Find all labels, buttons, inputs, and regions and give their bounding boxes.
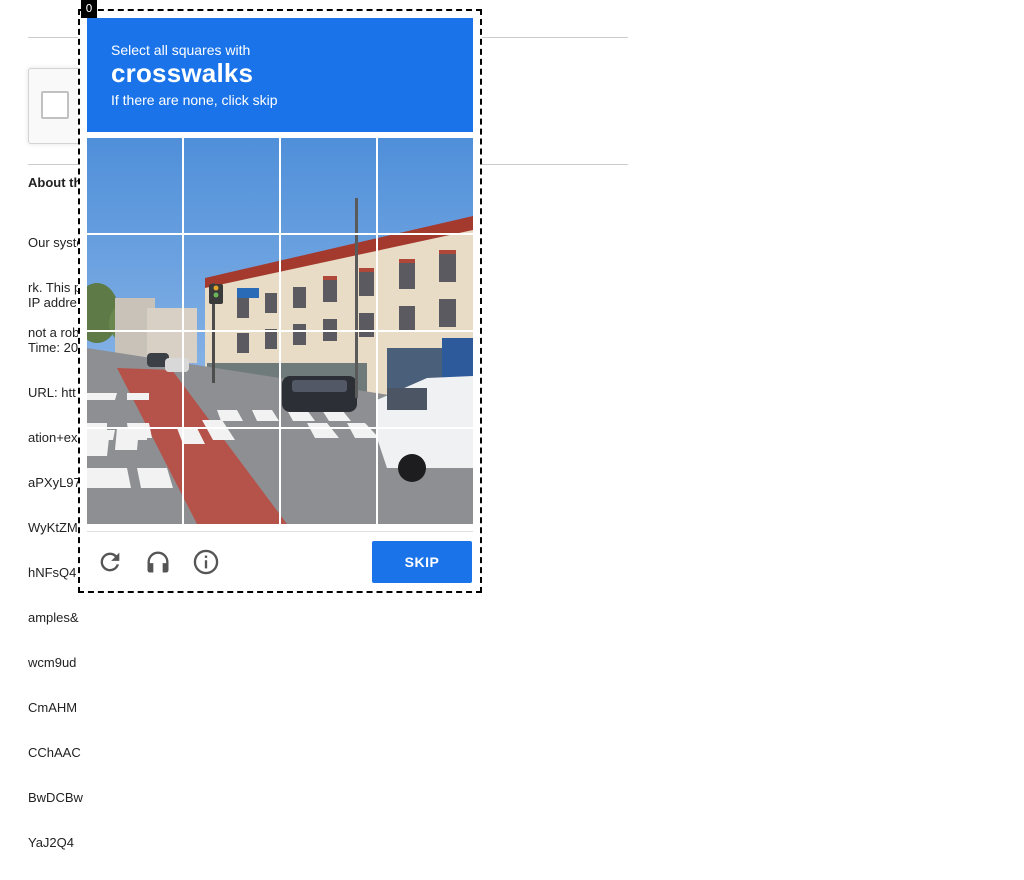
info-line: CChAAC bbox=[28, 745, 81, 760]
skip-button[interactable]: SKIP bbox=[372, 541, 472, 583]
tile-layer bbox=[87, 138, 473, 524]
grid-tile-r4c4[interactable] bbox=[378, 429, 473, 524]
grid-tile-r1c1[interactable] bbox=[87, 138, 182, 233]
paragraph-line: Our syste bbox=[28, 235, 84, 250]
about-heading: About th bbox=[28, 175, 82, 190]
grid-tile-r3c3[interactable] bbox=[281, 332, 376, 427]
recaptcha-checkbox[interactable] bbox=[41, 91, 69, 119]
info-icon bbox=[193, 549, 219, 575]
reload-icon bbox=[100, 552, 120, 572]
info-line: aPXyL97 bbox=[28, 475, 81, 490]
info-line: hNFsQ4 bbox=[28, 565, 77, 580]
info-line: wcm9ud bbox=[28, 655, 77, 670]
grid-tile-r2c4[interactable] bbox=[378, 235, 473, 330]
instruction-text: Select all squares with bbox=[111, 42, 251, 58]
grid-tile-r2c2[interactable] bbox=[184, 235, 279, 330]
grid-tile-r1c2[interactable] bbox=[184, 138, 279, 233]
help-button[interactable] bbox=[190, 546, 222, 578]
audio-challenge-button[interactable] bbox=[142, 546, 174, 578]
grid-tile-r2c3[interactable] bbox=[281, 235, 376, 330]
request-info: IP addre Time: 20 URL: htt ation+ex aPXy… bbox=[28, 265, 83, 880]
info-line: WyKtZM bbox=[28, 520, 78, 535]
challenge-header: Select all squares with crosswalks If th… bbox=[87, 18, 473, 132]
info-line: ation+ex bbox=[28, 430, 78, 445]
info-line: CmAHM bbox=[28, 700, 78, 715]
info-line: amples& bbox=[28, 610, 79, 625]
reload-button[interactable] bbox=[94, 546, 126, 578]
image-grid bbox=[87, 138, 473, 524]
grid-tile-r1c3[interactable] bbox=[281, 138, 376, 233]
headphones-icon bbox=[147, 551, 169, 573]
grid-tile-r3c4[interactable] bbox=[378, 332, 473, 427]
frame-index-badge: 0 bbox=[81, 0, 97, 18]
info-line: IP addre bbox=[28, 295, 77, 310]
grid-tile-r4c3[interactable] bbox=[281, 429, 376, 524]
grid-tile-r4c2[interactable] bbox=[184, 429, 279, 524]
target-object: crosswalks bbox=[111, 58, 254, 88]
footer-divider bbox=[87, 531, 473, 532]
grid-tile-r3c1[interactable] bbox=[87, 332, 182, 427]
grid-tile-r3c2[interactable] bbox=[184, 332, 279, 427]
info-line: Time: 20 bbox=[28, 340, 79, 355]
skip-hint: If there are none, click skip bbox=[111, 92, 278, 108]
info-line: BwDCBw bbox=[28, 790, 83, 805]
grid-tile-r1c4[interactable] bbox=[378, 138, 473, 233]
info-line: YaJ2Q4 bbox=[28, 835, 75, 850]
grid-tile-r4c1[interactable] bbox=[87, 429, 182, 524]
info-line: URL: htt bbox=[28, 385, 76, 400]
grid-tile-r2c1[interactable] bbox=[87, 235, 182, 330]
